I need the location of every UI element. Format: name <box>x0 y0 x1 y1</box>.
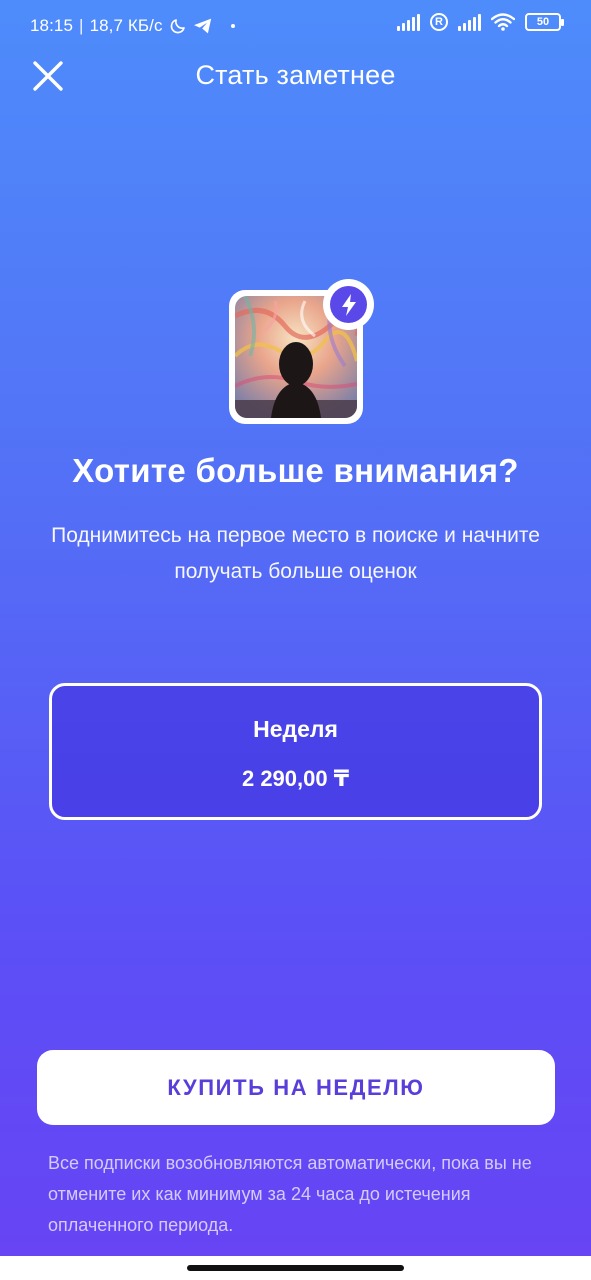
battery-level: 50 <box>536 16 550 28</box>
wifi-icon <box>491 13 515 31</box>
boost-badge-inner <box>330 286 367 323</box>
roaming-icon: R <box>430 13 448 31</box>
moon-icon <box>170 19 185 34</box>
plan-price: 2 290,00 ₸ <box>241 766 350 791</box>
status-separator: | <box>79 16 84 35</box>
lightning-icon <box>341 293 356 316</box>
plan-name: Неделя <box>253 716 338 742</box>
subscription-disclaimer: Все подписки возобновляются автоматическ… <box>48 1153 532 1235</box>
plan-option-week[interactable]: Неделя 2 290,00 ₸ <box>49 683 542 820</box>
buy-week-button[interactable]: КУПИТЬ НА НЕДЕЛЮ <box>37 1050 555 1125</box>
status-left: 18:15 | 18,7 КБ/с <box>30 16 235 36</box>
signal-icon <box>458 13 481 31</box>
status-bar: 18:15 | 18,7 КБ/с R 50 <box>0 0 591 52</box>
network-speed: 18,7 КБ/с <box>89 16 163 35</box>
promo-headline: Хотите больше внимания? <box>72 452 519 489</box>
promo-description: Поднимитесь на первое место в поиске и н… <box>51 524 540 583</box>
battery-icon: 50 <box>525 13 564 31</box>
signal-icon <box>397 13 420 31</box>
status-time: 18:15 <box>30 16 74 35</box>
roaming-label: R <box>435 16 443 28</box>
boost-screen: 18:15 | 18,7 КБ/с R 50 Стать заметнее Хо… <box>0 0 591 1280</box>
status-right: R 50 <box>397 13 564 31</box>
telegram-icon <box>193 18 211 34</box>
home-indicator[interactable] <box>187 1265 404 1271</box>
boost-badge <box>323 279 374 330</box>
page-title: Стать заметнее <box>195 60 396 90</box>
notification-dot <box>230 24 235 28</box>
